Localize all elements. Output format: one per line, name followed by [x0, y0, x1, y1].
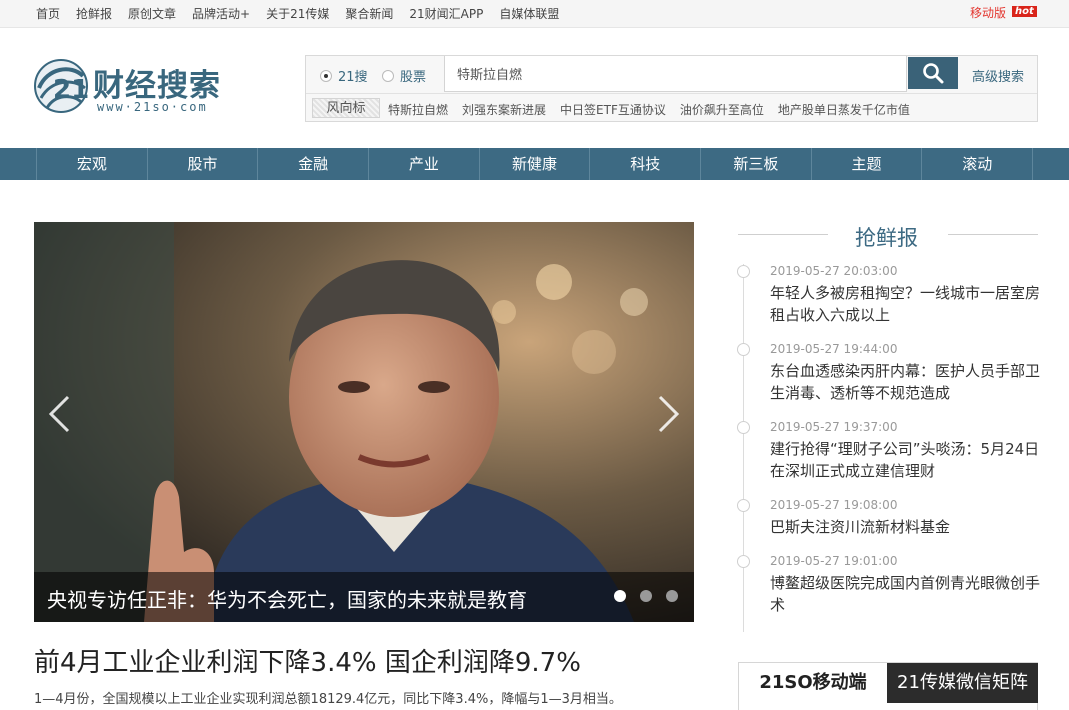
- app-tabs: 21SO移动端 21传媒微信矩阵: [738, 662, 1038, 710]
- chevron-left-icon: [48, 395, 70, 433]
- radio-selected-icon: [320, 69, 332, 82]
- search-panel: 21搜 股票 高级搜索 风向标 特斯拉自燃 刘强东案新进展 中日签ETF互通协议…: [305, 55, 1038, 122]
- top-nav-media-alliance[interactable]: 自媒体联盟: [499, 5, 559, 22]
- carousel-next-button[interactable]: [656, 394, 682, 444]
- chevron-right-icon: [658, 395, 680, 433]
- search-icon: [923, 63, 944, 84]
- flash-news-title: 抢鲜报: [855, 226, 918, 250]
- nav-topics[interactable]: 主题: [810, 148, 922, 180]
- timeline-node-icon: [737, 421, 750, 434]
- news-link[interactable]: 建行抢得“理财子公司”头啖汤：5月24日在深圳正式成立建信理财: [770, 438, 1040, 482]
- divider: [948, 234, 1038, 235]
- timeline-node-icon: [737, 265, 750, 278]
- hot-keywords-row: 风向标 特斯拉自燃 刘强东案新进展 中日签ETF互通协议 油价飙升至高位 地产股…: [306, 93, 1037, 122]
- nav-tech[interactable]: 科技: [589, 148, 700, 180]
- news-link[interactable]: 博鳌超级医院完成国内首例青光眼微创手术: [770, 572, 1040, 616]
- wind-vane-label: 风向标: [312, 98, 380, 118]
- search-button[interactable]: [908, 57, 958, 89]
- search-row: 21搜 股票 高级搜索: [306, 56, 1037, 92]
- top-nav-app[interactable]: 21财闻汇APP: [409, 5, 483, 22]
- nav-stocks[interactable]: 股市: [146, 148, 258, 180]
- logo-globe-icon: 21: [34, 59, 89, 113]
- carousel-caption[interactable]: 央视专访任正非：华为不会死亡，国家的未来就是教育: [47, 584, 527, 613]
- headline-carousel[interactable]: 央视专访任正非：华为不会死亡，国家的未来就是教育: [34, 222, 694, 622]
- carousel-dot[interactable]: [640, 590, 652, 602]
- search-input[interactable]: [444, 56, 907, 92]
- nav-macro[interactable]: 宏观: [36, 148, 147, 180]
- news-link[interactable]: 年轻人多被房租掏空？一线城市一居室房租占收入六成以上: [770, 282, 1040, 326]
- hot-keyword[interactable]: 地产股单日蒸发千亿市值: [778, 101, 910, 118]
- top-nav-aggregated-news[interactable]: 聚合新闻: [345, 5, 393, 22]
- news-time: 2019-05-27 19:37:00: [770, 420, 898, 434]
- timeline-node-icon: [737, 555, 750, 568]
- hot-keyword[interactable]: 中日签ETF互通协议: [560, 101, 666, 118]
- carousel-caption-bar: 央视专访任正非：华为不会死亡，国家的未来就是教育: [34, 572, 694, 622]
- news-link[interactable]: 东台血透感染丙肝内幕：医护人员手部卫生消毒、透析等不规范造成: [770, 360, 1040, 404]
- logo-url: www·21so·com: [97, 100, 208, 114]
- tab-wechat-matrix[interactable]: 21传媒微信矩阵: [887, 663, 1038, 703]
- top-nav-home[interactable]: 首页: [36, 5, 60, 22]
- hot-keyword[interactable]: 油价飙升至高位: [680, 101, 764, 118]
- top-nav-about[interactable]: 关于21传媒: [266, 5, 329, 22]
- nav-finance[interactable]: 金融: [257, 148, 368, 180]
- carousel-prev-button[interactable]: [46, 394, 72, 444]
- nav-industry[interactable]: 产业: [368, 148, 479, 180]
- carousel-dot[interactable]: [666, 590, 678, 602]
- search-option-label: 21搜: [338, 70, 368, 85]
- carousel-photo: [34, 222, 694, 622]
- hot-keywords: 特斯拉自燃 刘强东案新进展 中日签ETF互通协议 油价飙升至高位 地产股单日蒸发…: [388, 101, 924, 118]
- tab-mobile[interactable]: 21SO移动端: [739, 663, 887, 703]
- svg-text:21: 21: [53, 75, 89, 105]
- divider: [738, 234, 828, 235]
- search-option-stock[interactable]: 股票: [382, 66, 426, 85]
- nav-rolling[interactable]: 滚动: [921, 148, 1034, 180]
- lead-headline[interactable]: 前4月工业企业利润下降3.4% 国企利润降9.7%: [34, 642, 581, 679]
- advanced-search-link[interactable]: 高级搜索: [972, 66, 1024, 85]
- radio-unselected-icon: [382, 69, 394, 82]
- news-time: 2019-05-27 20:03:00: [770, 264, 898, 278]
- top-nav: 首页 抢鲜报 原创文章 品牌活动+ 关于21传媒 聚合新闻 21财闻汇APP 自…: [36, 5, 575, 22]
- lead-summary: 1—4月份，全国规模以上工业企业实现利润总额18129.4亿元，同比下降3.4%…: [34, 692, 622, 707]
- news-link[interactable]: 巴斯夫注资川流新材料基金: [770, 516, 1040, 538]
- main-nav: 宏观 股市 金融 产业 新健康 科技 新三板 主题 滚动: [0, 148, 1069, 180]
- news-time: 2019-05-27 19:44:00: [770, 342, 898, 356]
- search-option-21so[interactable]: 21搜: [320, 66, 368, 85]
- top-nav-original[interactable]: 原创文章: [128, 5, 176, 22]
- top-nav-flash[interactable]: 抢鲜报: [76, 5, 112, 22]
- nav-neeq[interactable]: 新三板: [700, 148, 811, 180]
- site-logo[interactable]: 21 财经搜索 www·21so·com: [33, 58, 238, 120]
- top-nav-brand-events[interactable]: 品牌活动+: [192, 5, 250, 22]
- carousel-dots: [614, 590, 678, 602]
- timeline-line: [743, 264, 744, 632]
- news-time: 2019-05-27 19:08:00: [770, 498, 898, 512]
- top-bar: 首页 抢鲜报 原创文章 品牌活动+ 关于21传媒 聚合新闻 21财闻汇APP 自…: [0, 0, 1069, 28]
- carousel-dot[interactable]: [614, 590, 626, 602]
- timeline-node-icon: [737, 499, 750, 512]
- nav-health[interactable]: 新健康: [478, 148, 590, 180]
- hot-keyword[interactable]: 特斯拉自燃: [388, 101, 448, 118]
- hot-badge: hot: [1012, 6, 1037, 17]
- timeline-node-icon: [737, 343, 750, 356]
- search-option-label: 股票: [400, 70, 427, 85]
- mobile-version-link[interactable]: 移动版: [970, 4, 1006, 21]
- hot-keyword[interactable]: 刘强东案新进展: [462, 101, 546, 118]
- news-time: 2019-05-27 19:01:00: [770, 554, 898, 568]
- logo-title: 财经搜索: [93, 68, 221, 104]
